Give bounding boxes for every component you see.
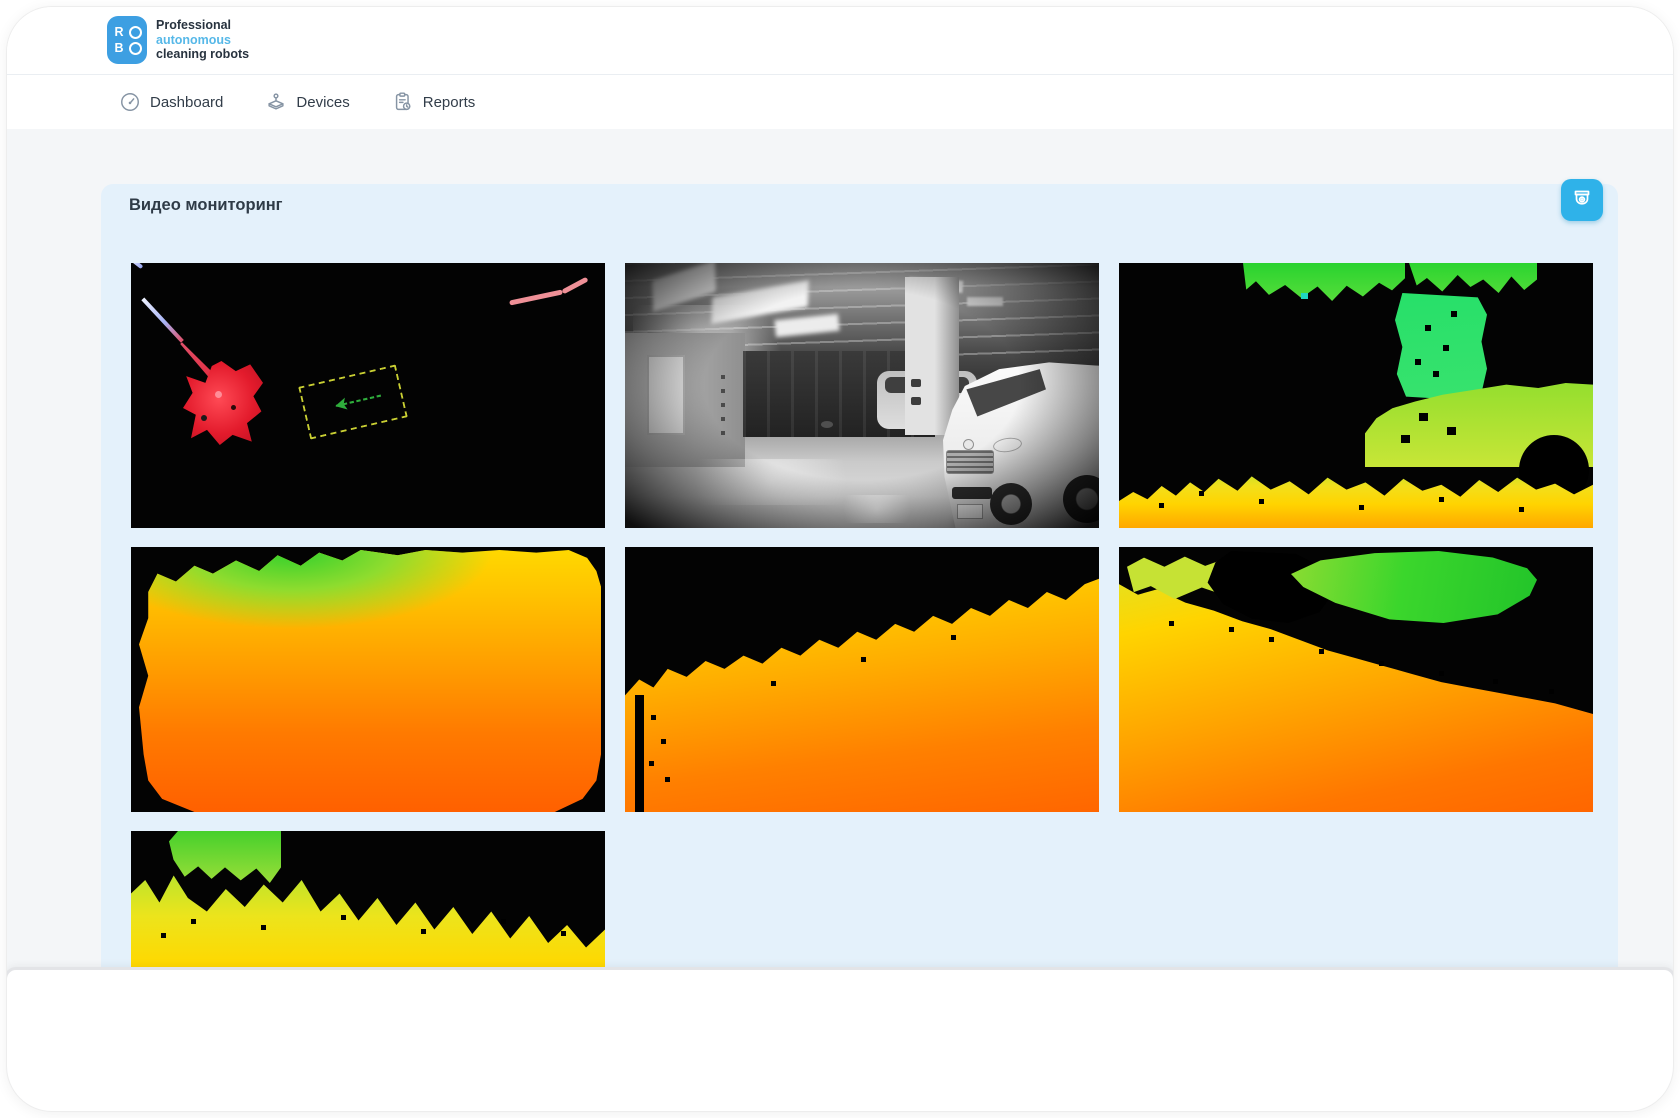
bottom-panel	[7, 967, 1673, 1111]
camera-settings-button[interactable]	[1561, 179, 1603, 221]
depth-teal-speck	[1301, 293, 1308, 299]
depth-car-region	[1291, 551, 1537, 623]
depth-floor-region	[139, 550, 601, 812]
direction-arrow-icon	[333, 394, 382, 410]
header: R B Professional autonomous cleaning rob…	[7, 7, 1673, 74]
video-feed-lidar[interactable]	[131, 263, 605, 528]
depth-noise-specks	[1419, 413, 1428, 421]
video-feed-depth[interactable]	[131, 547, 605, 812]
depth-ceiling-region	[1243, 263, 1405, 301]
nav-item-dashboard[interactable]: Dashboard	[119, 91, 223, 113]
lidar-wall-trace	[509, 289, 563, 306]
video-feed-camera[interactable]	[625, 263, 1099, 528]
brand-line-2: autonomous	[156, 32, 231, 47]
lidar-point	[231, 405, 236, 410]
logo-letter-r: R	[114, 25, 124, 39]
depth-noise-specks	[1425, 325, 1431, 331]
cctv-dome-camera-icon	[1574, 190, 1590, 205]
depth-ceiling-region	[1409, 263, 1537, 293]
depth-black-strip	[635, 695, 644, 812]
nav-label-devices: Devices	[296, 93, 350, 111]
robo-logo-icon: R B	[107, 16, 147, 64]
brand-text: Professional autonomous cleaning robots	[156, 18, 249, 62]
lidar-wall-trace	[561, 276, 589, 295]
nav-item-devices[interactable]: Devices	[265, 91, 350, 113]
video-feed-depth[interactable]	[1119, 547, 1593, 812]
gauge-icon	[121, 93, 139, 111]
main-content: Видео мониторинг	[7, 129, 1673, 1111]
lidar-corner-mark	[131, 263, 144, 270]
logo-letter-b: B	[114, 41, 124, 55]
lidar-obstacle-cluster	[183, 361, 263, 445]
nav-label-dashboard: Dashboard	[150, 93, 224, 111]
logo-letter-o	[128, 42, 142, 55]
depth-noise-specks	[651, 715, 656, 720]
lidar-streak	[141, 297, 184, 343]
depth-near-object	[169, 831, 281, 883]
lidar-point	[215, 391, 222, 398]
depth-floor-region	[625, 578, 1099, 812]
main-nav: Dashboard Devices Reports	[7, 74, 1673, 130]
robot-device-icon	[268, 93, 284, 110]
depth-pillar-region	[1395, 293, 1487, 401]
fisheye-vignette	[625, 263, 1099, 528]
depth-noise-specks	[1229, 627, 1234, 632]
page-title: Видео мониторинг	[129, 196, 283, 214]
brand-logo[interactable]: R B Professional autonomous cleaning rob…	[107, 16, 249, 64]
robot-bounding-box	[298, 364, 408, 440]
logo-letter-o	[128, 26, 142, 39]
brand-line-3: cleaning robots	[156, 47, 250, 62]
clipboard-clock-icon	[395, 92, 411, 111]
depth-noise-specks	[1199, 491, 1204, 496]
depth-far-gradient	[139, 550, 601, 812]
brand-line-1: Professional	[156, 18, 232, 33]
app-window: R B Professional autonomous cleaning rob…	[6, 6, 1674, 1112]
video-feed-depth[interactable]	[625, 547, 1099, 812]
nav-label-reports: Reports	[422, 93, 476, 111]
lidar-point	[201, 415, 207, 421]
video-feed-depth[interactable]	[1119, 263, 1593, 528]
nav-item-reports[interactable]: Reports	[392, 91, 476, 113]
depth-noise-specks	[191, 919, 196, 924]
